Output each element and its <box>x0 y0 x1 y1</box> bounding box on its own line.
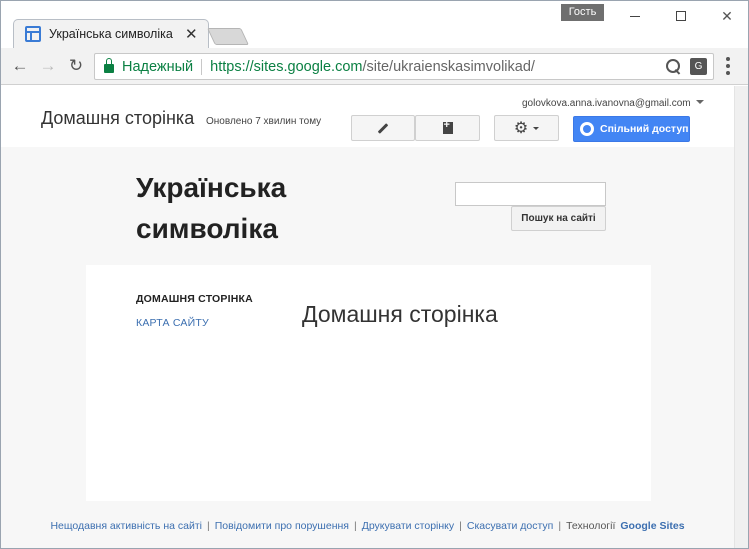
gear-icon: ⚙ <box>513 120 529 137</box>
account-email: golovkova.anna.ivanovna@gmail.com <box>522 98 691 109</box>
site-search-button[interactable]: Пошук на сайті <box>511 206 606 231</box>
tab-title: Українська символіка <box>49 27 173 41</box>
site-footer: Нещодавня активність на сайті | Повідомити… <box>1 520 734 532</box>
browser-toolbar: ← → ↻ Надежный https://sites.google.com /… <box>1 48 748 85</box>
footer-revoke-access-link[interactable]: Скасувати доступ <box>467 520 554 532</box>
footer-recent-activity-link[interactable]: Нещодавня активність на сайті <box>50 520 202 532</box>
secure-label: Надежный <box>122 58 194 75</box>
chevron-down-icon <box>695 100 704 104</box>
new-tab-button[interactable] <box>207 28 249 45</box>
footer-print-page-link[interactable]: Друкувати сторінку <box>362 520 454 532</box>
zoom-icon[interactable] <box>665 58 682 75</box>
lock-icon <box>104 58 114 73</box>
footer-separator: | <box>353 520 357 532</box>
address-bar[interactable]: Надежный https://sites.google.com/site/u… <box>94 53 714 80</box>
page-scrollbar[interactable] <box>734 86 748 548</box>
sites-favicon-icon <box>25 26 41 42</box>
new-page-icon <box>442 119 453 134</box>
url-path: /site/ukraienskasimvolikad/ <box>362 58 535 75</box>
account-menu[interactable]: golovkova.anna.ivanovna@gmail.com <box>522 98 704 109</box>
omnibox-icons: G <box>665 58 707 75</box>
footer-report-abuse-link[interactable]: Повідомити про порушення <box>215 520 349 532</box>
guest-badge[interactable]: Гость <box>561 4 604 21</box>
tab-content[interactable]: Українська символіка ✕ <box>21 20 211 48</box>
maximize-button[interactable] <box>658 1 704 31</box>
url-host: https://sites.google.com <box>210 58 363 75</box>
browser-window: Гость ✕ Українська символіка ✕ ← → ↻ Над… <box>0 0 749 549</box>
close-window-button[interactable]: ✕ <box>704 1 748 31</box>
sidebar-item-sitemap[interactable]: КАРТА САЙТУ <box>136 317 209 329</box>
forward-arrow-icon[interactable]: → <box>37 55 59 77</box>
minimize-icon <box>630 15 640 17</box>
site-title: Українська символіка <box>136 172 287 244</box>
new-page-button[interactable] <box>415 115 480 141</box>
updated-status: Оновлено 7 хвилин тому <box>206 116 322 127</box>
edit-page-button[interactable] <box>351 115 415 141</box>
pencil-icon <box>377 122 389 134</box>
reload-icon[interactable]: ↻ <box>65 55 87 77</box>
footer-powered-by: Технології <box>566 520 616 532</box>
share-label: Спільний доступ <box>600 123 689 135</box>
share-button[interactable]: Спільний доступ <box>573 116 690 142</box>
globe-icon <box>580 122 594 136</box>
sidebar-item-home[interactable]: ДОМАШНЯ СТОРІНКА <box>136 293 253 305</box>
site-area: Українська символіка Пошук на сайті ДОМА… <box>1 147 734 548</box>
footer-separator: | <box>558 520 562 532</box>
title-bar: Гость ✕ Українська символіка ✕ <box>1 1 748 48</box>
settings-button[interactable]: ⚙ <box>494 115 559 141</box>
minimize-button[interactable] <box>612 1 658 31</box>
tab-close-icon[interactable]: ✕ <box>185 25 198 43</box>
footer-separator: | <box>459 520 462 532</box>
content-card: ДОМАШНЯ СТОРІНКА КАРТА САЙТУ Домашня сто… <box>86 265 651 501</box>
close-icon: ✕ <box>721 7 733 24</box>
maximize-icon <box>676 11 686 21</box>
page-viewport: golovkova.anna.ivanovna@gmail.com Домашн… <box>1 86 734 548</box>
sites-header: golovkova.anna.ivanovna@gmail.com Домашн… <box>1 86 734 147</box>
content-title: Домашня сторінка <box>302 301 498 327</box>
footer-separator: | <box>206 520 210 532</box>
back-arrow-icon[interactable]: ← <box>9 55 31 77</box>
page-heading: Домашня сторінка <box>41 108 195 128</box>
browser-menu-icon[interactable] <box>726 57 730 75</box>
footer-google-sites-link[interactable]: Google Sites <box>620 520 684 532</box>
chevron-down-icon <box>533 126 540 130</box>
site-search-input[interactable] <box>455 182 606 206</box>
translate-icon[interactable]: G <box>690 58 707 75</box>
omnibox-divider <box>201 58 203 75</box>
